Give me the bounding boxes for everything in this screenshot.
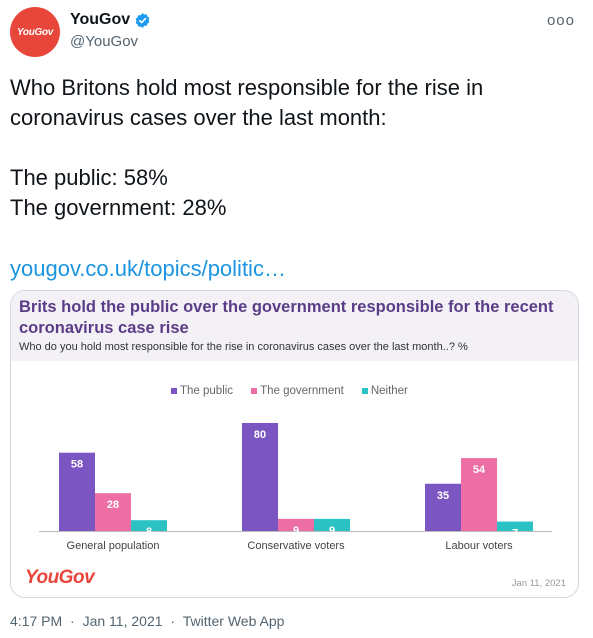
bar-value-label: 58	[71, 459, 83, 471]
verified-badge-icon	[134, 12, 151, 29]
tweet-meta: 4:17 PM · Jan 11, 2021 · Twitter Web App	[10, 613, 284, 629]
tweet-text-line: The government: 28%	[10, 195, 227, 220]
category-label: Labour voters	[445, 540, 513, 552]
bar-value-label: 9	[329, 525, 335, 537]
bar-value-label: 28	[107, 499, 119, 511]
tweet: YouGov YouGov @YouGov ooo Who Britons ho…	[0, 0, 593, 638]
tweet-source[interactable]: Twitter Web App	[183, 613, 285, 629]
chart-card[interactable]: Brits hold the public over the governmen…	[10, 290, 579, 598]
tweet-text-line: The public: 58%	[10, 165, 168, 190]
tweet-date[interactable]: Jan 11, 2021	[83, 613, 163, 629]
bar-value-label: 7	[512, 528, 518, 540]
separator-dot: ·	[70, 613, 75, 629]
bar-value-label: 8	[146, 526, 152, 538]
avatar[interactable]: YouGov	[10, 7, 60, 57]
bar-value-label: 80	[254, 429, 266, 441]
tweet-text-line: coronavirus cases over the last month:	[10, 105, 387, 130]
category-label: General population	[67, 540, 160, 552]
tweet-link[interactable]: yougov.co.uk/topics/politic…	[10, 256, 286, 282]
user-handle[interactable]: @YouGov	[70, 33, 138, 50]
bar-value-label: 9	[293, 525, 299, 537]
yougov-logo: YouGov	[25, 567, 95, 588]
chart-date: Jan 11, 2021	[511, 578, 566, 589]
display-name[interactable]: YouGov	[70, 11, 130, 29]
category-label: Conservative voters	[247, 540, 345, 552]
tweet-text: Who Britons hold most responsible for th…	[10, 73, 580, 223]
tweet-text-line: Who Britons hold most responsible for th…	[10, 75, 484, 100]
bar-chart: 58 28 8 General population 80 9 9 Conservative …	[39, 423, 552, 552]
more-options-icon[interactable]: ooo	[547, 12, 575, 29]
tweet-time[interactable]: 4:17 PM	[10, 613, 62, 629]
bar-value-label: 35	[437, 490, 449, 502]
author-name-row: YouGov	[70, 11, 151, 29]
separator-dot: ·	[170, 613, 176, 629]
bar-value-label: 54	[473, 464, 486, 476]
avatar-logo-text: YouGov	[16, 26, 54, 38]
